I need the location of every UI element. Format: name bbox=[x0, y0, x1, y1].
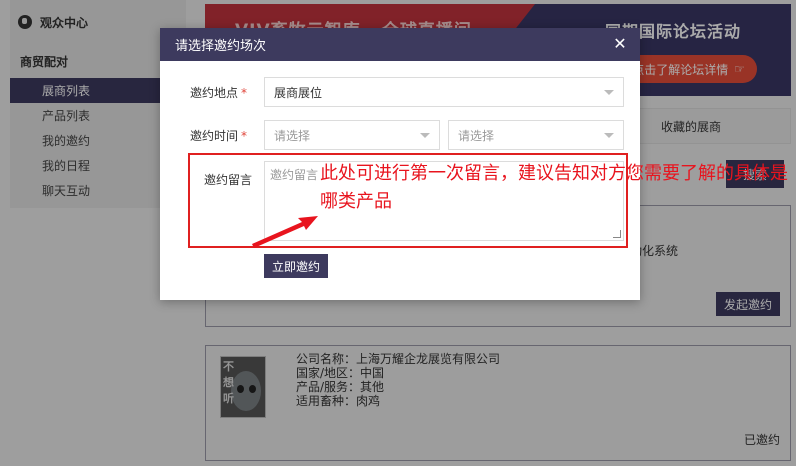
annotation-arrow-icon bbox=[252, 216, 318, 248]
